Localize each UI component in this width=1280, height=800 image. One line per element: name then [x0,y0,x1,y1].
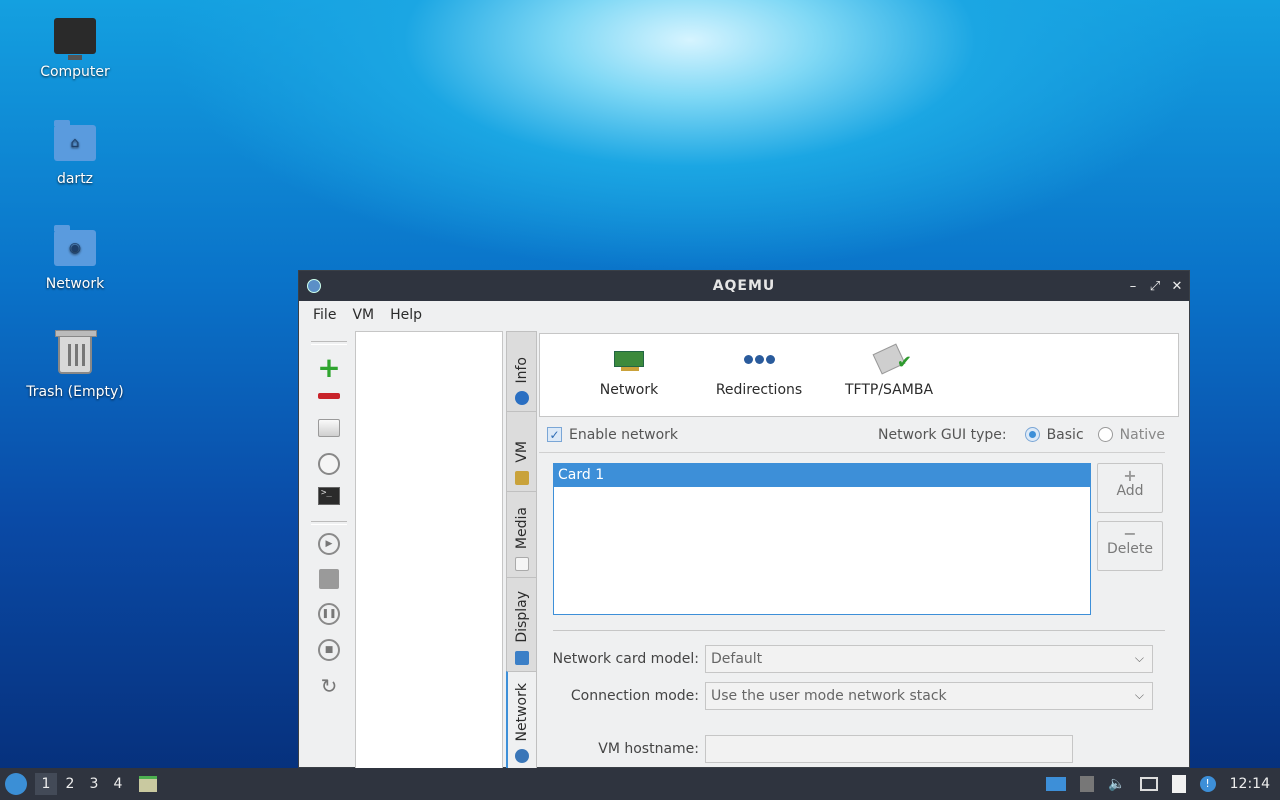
plus-icon: + [1123,466,1137,485]
chevron-down-icon: ⌵ [1134,688,1144,702]
hostname-label: VM hostname: [598,741,699,757]
desktop-icon-home[interactable]: ⌂ dartz [15,120,135,187]
redirections-icon [743,354,775,364]
vm-list[interactable] [355,331,503,769]
window-title: AQEMU [712,278,776,294]
delete-card-button[interactable]: − Delete [1097,521,1163,571]
info-icon [514,391,529,405]
file-manager-icon[interactable] [139,776,157,792]
desktop-icon-network[interactable]: ◉ Network [15,225,135,292]
network-card-list[interactable]: Card 1 [553,463,1091,615]
play-icon[interactable]: ▶ [318,533,340,555]
toolbar-separator [311,521,347,525]
connection-mode-label: Connection mode: [570,688,699,704]
connection-mode-select[interactable]: Use the user mode network stack ⌵ [705,682,1153,710]
eject-icon[interactable] [1080,776,1095,792]
reset-icon[interactable]: ↻ [318,674,340,698]
drive-icon[interactable] [318,419,340,437]
divider [553,630,1165,631]
network-globe-icon [515,749,529,763]
tftp-samba-icon [872,343,906,375]
tab-vm[interactable]: VM [506,411,537,491]
maximize-button[interactable]: ⤢ [1149,279,1161,294]
hostname-row: VM hostname: [539,735,1073,763]
cards-area: Card 1 + Add − Delete [539,463,1179,633]
tab-display[interactable]: Display [506,577,537,671]
menu-file[interactable]: File [307,303,342,327]
tools-icon [514,471,529,485]
card-model-label: Network card model: [552,651,699,667]
gui-type-label: Network GUI type: [878,426,1007,443]
desktop-icon-trash[interactable]: Trash (Empty) [15,330,135,400]
clock[interactable]: 12:14 [1230,776,1270,792]
workspace-1[interactable]: 1 [35,773,57,795]
workspace-3[interactable]: 3 [83,773,105,795]
minus-icon: − [1123,524,1137,543]
network-card-icon [614,351,644,371]
close-button[interactable]: ✕ [1171,279,1183,294]
trash-icon [55,330,97,374]
home-folder-icon: ⌂ [54,120,96,161]
add-vm-icon[interactable]: + [315,351,343,384]
taskbar: 1 2 3 4 🔈 ! 12:14 [0,768,1280,800]
connection-mode-row: Connection mode: Use the user mode netwo… [539,682,1153,710]
enable-network-checkbox[interactable]: ✓ [547,427,562,442]
clock-icon[interactable] [318,453,340,475]
system-tray: 🔈 ! 12:14 [1046,768,1280,800]
page-redirections[interactable]: Redirections [694,334,824,416]
enable-network-label: Enable network [569,426,678,443]
chevron-down-icon: ⌵ [1134,651,1144,665]
computer-icon [54,18,96,60]
network-pages-bar: Network Redirections TFTP/SAMBA [539,333,1179,417]
start-menu-icon[interactable] [5,773,27,795]
toolbar-separator [311,341,347,345]
clipboard-icon[interactable] [1171,775,1186,793]
card-model-select[interactable]: Default ⌵ [705,645,1153,673]
add-card-button[interactable]: + Add [1097,463,1163,513]
list-item[interactable]: Card 1 [554,464,1090,487]
menu-vm[interactable]: VM [346,303,380,327]
desktop-icon-computer[interactable]: Computer [15,18,135,80]
delete-vm-icon[interactable] [318,393,340,399]
workspace-4[interactable]: 4 [107,773,129,795]
desktop-icon-label: Trash (Empty) [26,384,124,400]
menu-bar: File VM Help [299,301,1189,329]
desktop-icon-label: Network [45,276,105,292]
menu-help[interactable]: Help [384,303,428,327]
tab-media[interactable]: Media [506,491,537,577]
gui-type-native-radio[interactable] [1097,427,1113,442]
tab-network[interactable]: Network [506,671,537,769]
gui-type-basic-label: Basic [1046,426,1084,443]
display-icon [514,651,529,665]
tab-info[interactable]: Info [506,331,537,411]
gui-type-native-label: Native [1119,426,1165,443]
notification-icon[interactable]: ! [1199,776,1216,792]
save-icon[interactable] [319,569,339,589]
minimize-button[interactable]: – [1127,279,1139,294]
network-status-icon[interactable] [1139,777,1158,791]
terminal-icon[interactable]: >_ [318,487,340,505]
gui-type-basic-radio[interactable] [1024,427,1040,442]
aqemu-window: AQEMU – ⤢ ✕ File VM Help + >_ ▶ ❚❚ ■ ↻ I… [298,270,1190,769]
stop-icon[interactable]: ■ [318,639,340,661]
workspace-2[interactable]: 2 [59,773,81,795]
enable-network-row: ✓ Enable network Network GUI type: Basic… [539,417,1165,453]
window-list-icon[interactable] [1046,777,1067,791]
network-panel: Network Redirections TFTP/SAMBA ✓ Enable… [539,333,1179,769]
volume-icon[interactable]: 🔈 [1108,776,1125,792]
desktop-icon-label: Computer [40,64,110,80]
page-network[interactable]: Network [564,334,694,416]
title-bar[interactable]: AQEMU – ⤢ ✕ [299,271,1189,301]
hostname-input[interactable] [705,735,1073,763]
page-tftp-samba[interactable]: TFTP/SAMBA [824,334,954,416]
side-tabs: Info VM Media Display Network [506,331,537,769]
desktop-icon-label: dartz [56,171,94,187]
network-folder-icon: ◉ [54,225,96,266]
media-icon [514,557,529,571]
vm-toolbar: + >_ ▶ ❚❚ ■ ↻ [305,333,353,769]
pause-icon[interactable]: ❚❚ [318,603,340,625]
card-model-row: Network card model: Default ⌵ [539,645,1153,673]
